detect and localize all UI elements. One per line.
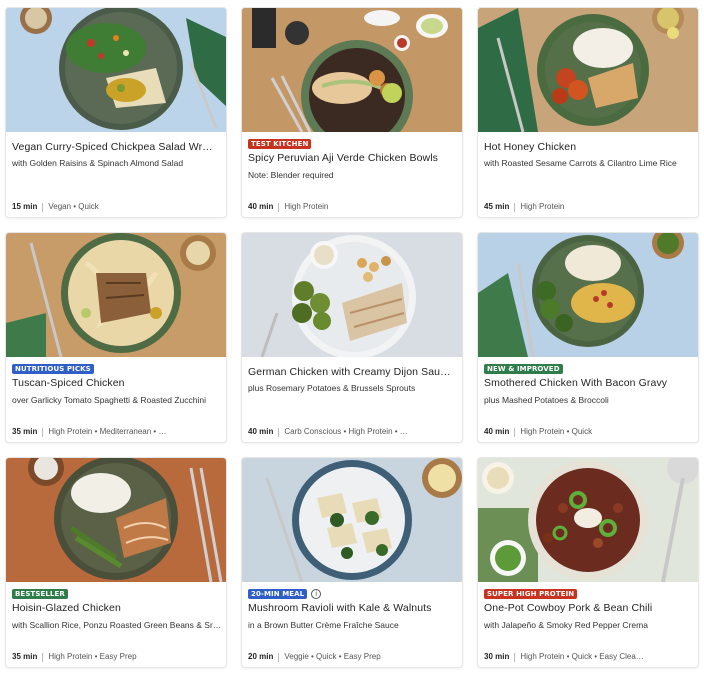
badge-row: 20-MIN MEAL i <box>248 588 322 600</box>
recipe-photo <box>6 458 226 582</box>
badge-row: NEW & IMPROVED <box>484 363 563 375</box>
recipe-photo <box>242 8 462 132</box>
cook-time: 45 min <box>484 202 510 211</box>
recipe-badge: NUTRITIOUS PICKS <box>12 364 94 374</box>
recipe-title[interactable]: One-Pot Cowboy Pork & Bean Chili <box>484 602 696 615</box>
recipe-meta: 40 min High Protein • Quick <box>484 427 696 437</box>
recipe-tags: Vegan • Quick <box>48 202 99 211</box>
recipe-badge: 20-MIN MEAL <box>248 589 308 599</box>
cook-time: 15 min <box>12 202 38 211</box>
recipe-meta: 20 min Veggie • Quick • Easy Prep <box>248 652 460 662</box>
cook-time: 20 min <box>248 652 274 661</box>
meta-divider <box>42 652 44 662</box>
badge-row: BESTSELLER <box>12 588 68 600</box>
recipe-photo <box>6 8 226 132</box>
recipe-meta: 45 min High Protein <box>484 202 696 212</box>
recipe-subtitle: with Roasted Sesame Carrots & Cilantro L… <box>484 158 677 168</box>
recipe-meta: 30 min High Protein • Quick • Easy Clea… <box>484 652 696 662</box>
recipe-badge: BESTSELLER <box>12 589 68 599</box>
recipe-photo <box>242 458 462 582</box>
recipe-badge: SUPER HIGH PROTEIN <box>484 589 578 599</box>
recipe-card[interactable]: German Chicken with Creamy Dijon Sau… pl… <box>241 232 463 443</box>
recipe-photo <box>478 458 698 582</box>
cook-time: 30 min <box>484 652 510 661</box>
badge-row: TEST KITCHEN <box>248 138 312 150</box>
meta-divider <box>42 202 44 212</box>
meta-divider <box>514 427 516 437</box>
recipe-tags: High Protein • Quick • Easy Clea… <box>520 652 644 661</box>
recipe-grid: Vegan Curry-Spiced Chickpea Salad Wr… wi… <box>0 0 704 673</box>
recipe-badge: NEW & IMPROVED <box>484 364 563 374</box>
recipe-tags: High Protein • Mediterranean • … <box>48 427 167 436</box>
recipe-title[interactable]: Hot Honey Chicken <box>484 141 696 154</box>
recipe-subtitle: Note: Blender required <box>248 170 334 180</box>
meta-divider <box>278 652 280 662</box>
recipe-meta: 40 min Carb Conscious • High Protein • … <box>248 427 460 437</box>
recipe-card[interactable]: TEST KITCHEN Spicy Peruvian Aji Verde Ch… <box>241 7 463 218</box>
recipe-tags: Carb Conscious • High Protein • … <box>284 427 408 436</box>
info-icon[interactable]: i <box>311 589 322 599</box>
recipe-card[interactable]: Hot Honey Chicken with Roasted Sesame Ca… <box>477 7 699 218</box>
recipe-tags: High Protein • Easy Prep <box>48 652 137 661</box>
badge-row: SUPER HIGH PROTEIN <box>484 588 578 600</box>
recipe-meta: 35 min High Protein • Easy Prep <box>12 652 224 662</box>
recipe-title[interactable]: Vegan Curry-Spiced Chickpea Salad Wr… <box>12 141 224 154</box>
meta-divider <box>514 202 516 212</box>
recipe-subtitle: with Scallion Rice, Ponzu Roasted Green … <box>12 620 222 630</box>
recipe-photo <box>478 8 698 132</box>
meta-divider <box>42 427 44 437</box>
recipe-meta: 35 min High Protein • Mediterranean • … <box>12 427 224 437</box>
recipe-tags: High Protein <box>520 202 565 211</box>
recipe-title[interactable]: Mushroom Ravioli with Kale & Walnuts <box>248 602 460 615</box>
cook-time: 35 min <box>12 427 38 436</box>
recipe-card[interactable]: NEW & IMPROVED Smothered Chicken With Ba… <box>477 232 699 443</box>
recipe-badge: TEST KITCHEN <box>248 139 312 149</box>
cook-time: 40 min <box>248 202 274 211</box>
recipe-card[interactable]: SUPER HIGH PROTEIN One-Pot Cowboy Pork &… <box>477 457 699 668</box>
recipe-title[interactable]: Hoisin-Glazed Chicken <box>12 602 224 615</box>
meta-divider <box>514 652 516 662</box>
recipe-card[interactable]: NUTRITIOUS PICKS Tuscan-Spiced Chicken o… <box>5 232 227 443</box>
recipe-meta: 40 min High Protein <box>248 202 460 212</box>
cook-time: 40 min <box>248 427 274 436</box>
recipe-subtitle: with Golden Raisins & Spinach Almond Sal… <box>12 158 184 168</box>
meta-divider <box>278 202 280 212</box>
recipe-title[interactable]: Tuscan-Spiced Chicken <box>12 377 224 390</box>
meta-divider <box>278 427 280 437</box>
recipe-card[interactable]: Vegan Curry-Spiced Chickpea Salad Wr… wi… <box>5 7 227 218</box>
recipe-photo <box>6 233 226 357</box>
recipe-tags: High Protein • Quick <box>520 427 593 436</box>
recipe-card[interactable]: BESTSELLER Hoisin-Glazed Chicken with Sc… <box>5 457 227 668</box>
recipe-tags: Veggie • Quick • Easy Prep <box>284 652 381 661</box>
cook-time: 35 min <box>12 652 38 661</box>
recipe-title[interactable]: German Chicken with Creamy Dijon Sau… <box>248 366 460 379</box>
recipe-subtitle: over Garlicky Tomato Spaghetti & Roasted… <box>12 395 207 405</box>
recipe-tags: High Protein <box>284 202 329 211</box>
recipe-photo <box>478 233 698 357</box>
recipe-card[interactable]: 20-MIN MEAL i Mushroom Ravioli with Kale… <box>241 457 463 668</box>
recipe-subtitle: in a Brown Butter Crème Fraîche Sauce <box>248 620 399 630</box>
recipe-subtitle: plus Rosemary Potatoes & Brussels Sprout… <box>248 383 416 393</box>
recipe-photo <box>242 233 462 357</box>
badge-row: NUTRITIOUS PICKS <box>12 363 94 375</box>
recipe-subtitle: plus Mashed Potatoes & Broccoli <box>484 395 609 405</box>
recipe-meta: 15 min Vegan • Quick <box>12 202 224 212</box>
recipe-title[interactable]: Spicy Peruvian Aji Verde Chicken Bowls <box>248 152 460 165</box>
recipe-title[interactable]: Smothered Chicken With Bacon Gravy <box>484 377 696 390</box>
cook-time: 40 min <box>484 427 510 436</box>
recipe-subtitle: with Jalapeño & Smoky Red Pepper Crema <box>484 620 648 630</box>
